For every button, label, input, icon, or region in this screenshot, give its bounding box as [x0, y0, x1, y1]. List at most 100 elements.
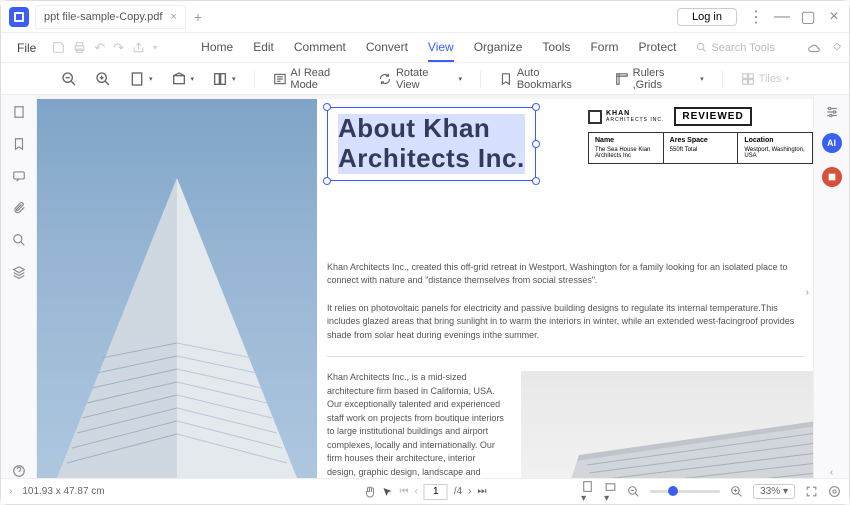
tiles-button[interactable]: Tiles▾ — [741, 72, 789, 86]
brand-logo: KHAN ARCHITECTS INC. — [588, 110, 664, 124]
cursor-position: 101.93 x 47.87 cm — [22, 486, 104, 497]
hand-tool-icon[interactable] — [363, 486, 375, 498]
ribbon: ▾ ▾ ▾ AI Read Mode Rotate View▾ Auto Boo… — [1, 63, 849, 95]
info-table: NameThe Sea House Kian Architects Inc Ar… — [588, 132, 813, 164]
search-placeholder: Search Tools — [711, 42, 774, 54]
zoom-in-icon[interactable] — [730, 485, 743, 498]
fullscreen-icon[interactable] — [805, 485, 818, 498]
resize-handle[interactable] — [532, 140, 540, 148]
building-illustration — [47, 178, 307, 478]
page-total: /4 — [454, 486, 462, 497]
redo-icon[interactable]: ↷ — [113, 40, 124, 56]
cloud-icon[interactable] — [807, 41, 821, 55]
divider — [327, 356, 805, 357]
comments-icon[interactable] — [12, 169, 26, 183]
resize-handle[interactable] — [323, 177, 331, 185]
file-menu[interactable]: File — [9, 37, 44, 59]
login-button[interactable]: Log in — [677, 8, 737, 26]
fit-page-button[interactable]: ▾ — [129, 71, 153, 87]
undo-icon[interactable]: ↶ — [94, 40, 105, 56]
page-display-button[interactable]: ▾ — [171, 71, 195, 87]
add-tab-button[interactable]: + — [194, 9, 202, 25]
secondary-image — [521, 371, 813, 478]
more-icon[interactable]: ⋮ — [749, 10, 763, 24]
close-tab-icon[interactable]: × — [170, 11, 176, 23]
ai-read-mode-button[interactable]: AI Read Mode — [273, 67, 361, 91]
resize-handle[interactable] — [323, 103, 331, 111]
attachments-icon[interactable] — [12, 201, 26, 215]
document-canvas[interactable]: About KhanArchitects Inc. KHAN ARCHITECT… — [37, 95, 813, 478]
print-icon[interactable] — [73, 41, 86, 54]
titlebar: ppt file-sample-Copy.pdf × + Log in ⋮ — … — [1, 1, 849, 33]
zoom-in-button[interactable] — [95, 71, 111, 87]
expand-left-icon[interactable]: › — [9, 486, 12, 497]
reviewed-stamp: REVIEWED — [674, 107, 751, 126]
navigation-button[interactable]: ▾ — [212, 71, 236, 87]
tab-title: ppt file-sample-Copy.pdf — [44, 11, 162, 23]
tab-convert[interactable]: Convert — [366, 34, 408, 62]
selected-text-frame[interactable]: About KhanArchitects Inc. — [327, 107, 536, 181]
resize-handle[interactable] — [532, 103, 540, 111]
zoom-out-button[interactable] — [61, 71, 77, 87]
single-page-icon[interactable]: ▾ — [604, 480, 617, 504]
layers-icon[interactable] — [12, 265, 26, 279]
zoom-slider[interactable] — [650, 490, 720, 493]
zoom-slider-knob[interactable] — [668, 486, 678, 496]
close-window-icon[interactable]: × — [827, 10, 841, 24]
rulers-grids-button[interactable]: Rulers ,Grids▾ — [615, 67, 704, 91]
qat-dropdown-icon[interactable]: ▾ — [153, 43, 157, 52]
resize-handle[interactable] — [532, 177, 540, 185]
maximize-icon[interactable]: ▢ — [801, 10, 815, 24]
fit-width-icon[interactable]: ▾ — [581, 480, 594, 504]
app-logo-icon — [9, 7, 29, 27]
paragraph: It relies on photovoltaic panels for ele… — [327, 302, 813, 343]
tab-view[interactable]: View — [428, 34, 454, 62]
save-icon[interactable] — [52, 41, 65, 54]
first-page-icon[interactable]: ⏮ — [399, 486, 408, 497]
menubar: File ↶ ↷ ▾ Home Edit Comment Convert Vie… — [1, 33, 849, 63]
paragraph: Khan Architects Inc., created this off-g… — [327, 261, 813, 288]
ai-tool-icon[interactable] — [822, 167, 842, 187]
status-bar: › 101.93 x 47.87 cm ⏮ ‹ /4 › ⏭ ▾ ▾ 33% ▾ — [1, 478, 849, 504]
scroll-right-icon[interactable]: › — [806, 287, 809, 298]
main-area: About KhanArchitects Inc. KHAN ARCHITECT… — [1, 95, 849, 478]
share-icon[interactable] — [132, 41, 145, 54]
tab-edit[interactable]: Edit — [253, 34, 274, 62]
paragraph: Khan Architects Inc., is a mid-sized arc… — [327, 371, 507, 478]
tab-tools[interactable]: Tools — [542, 34, 570, 62]
next-page-icon[interactable]: › — [468, 486, 471, 497]
doc-title: About KhanArchitects Inc. — [338, 114, 525, 174]
select-tool-icon[interactable] — [381, 486, 393, 498]
last-page-icon[interactable]: ⏭ — [478, 486, 487, 497]
tab-form[interactable]: Form — [590, 34, 618, 62]
help-icon[interactable] — [12, 464, 26, 478]
sidebar-right: AI ‹ — [813, 95, 849, 478]
ai-assistant-icon[interactable]: AI — [822, 133, 842, 153]
properties-icon[interactable] — [825, 105, 839, 119]
auto-bookmarks-button[interactable]: Auto Bookmarks — [499, 67, 597, 91]
collapse-ribbon-icon[interactable]: ◇ — [833, 41, 841, 55]
page: About KhanArchitects Inc. KHAN ARCHITECT… — [37, 99, 813, 478]
document-tab[interactable]: ppt file-sample-Copy.pdf × — [35, 5, 186, 29]
search-icon[interactable] — [12, 233, 26, 247]
tab-home[interactable]: Home — [201, 34, 233, 62]
page-number-input[interactable] — [424, 484, 448, 500]
thumbnails-icon[interactable] — [12, 105, 26, 119]
rotate-view-button[interactable]: Rotate View▾ — [378, 67, 462, 91]
menu-tabs: Home Edit Comment Convert View Organize … — [201, 34, 676, 62]
brand-mark-icon — [588, 110, 602, 124]
hero-image — [37, 99, 317, 478]
minimize-icon[interactable]: — — [775, 10, 789, 24]
bookmarks-icon[interactable] — [12, 137, 26, 151]
zoom-percent[interactable]: 33% ▾ — [753, 484, 795, 499]
doc-header-right: KHAN ARCHITECTS INC. REVIEWED NameThe Se… — [588, 107, 813, 164]
expand-right-icon[interactable]: ‹ — [830, 467, 833, 478]
tab-organize[interactable]: Organize — [474, 34, 523, 62]
zoom-out-icon[interactable] — [627, 485, 640, 498]
prev-page-icon[interactable]: ‹ — [414, 486, 417, 497]
search-tools[interactable]: Search Tools — [696, 42, 774, 54]
sidebar-left — [1, 95, 37, 478]
read-mode-icon[interactable] — [828, 485, 841, 498]
tab-comment[interactable]: Comment — [294, 34, 346, 62]
tab-protect[interactable]: Protect — [638, 34, 676, 62]
